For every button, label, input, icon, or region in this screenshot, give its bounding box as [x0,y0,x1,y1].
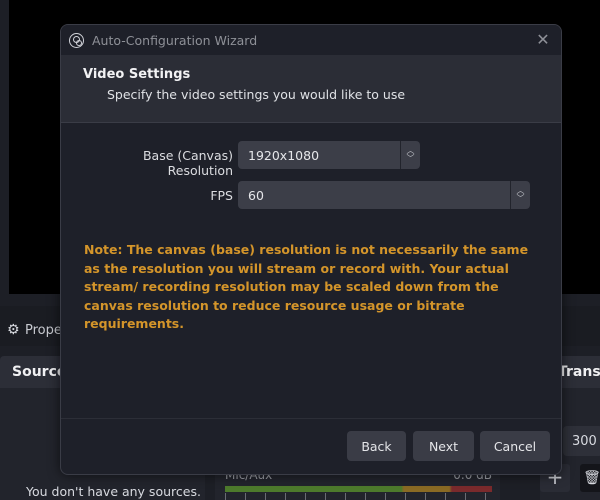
obs-main-window: ⚙ Prope Source Transi You don't have any… [0,0,600,500]
gear-icon: ⚙ [7,322,20,338]
dialog-titlebar: Auto-Configuration Wizard ✕ [61,25,561,55]
trash-icon: 🗑 [583,470,600,486]
auto-config-wizard-dialog: Auto-Configuration Wizard ✕ Video Settin… [60,24,562,475]
no-sources-text: You don't have any sources. [26,484,201,499]
chevron-down-icon: ﹀ [406,154,415,163]
dialog-title: Auto-Configuration Wizard [92,32,258,48]
properties-label: Prope [25,322,62,338]
footer-divider [61,418,561,419]
cancel-button[interactable]: Cancel [480,431,550,461]
transition-duration-field[interactable]: 300 m [563,426,600,456]
obs-logo-icon [69,32,84,48]
left-strip [0,0,9,294]
resolution-combobox[interactable]: 1920x1080 ︿ ﹀ [238,141,420,169]
resolution-label: Base (Canvas) Resolution [142,148,233,178]
close-icon[interactable]: ✕ [533,30,553,50]
page-subtitle: Specify the video settings you would lik… [107,87,406,102]
resolution-note: Note: The canvas (base) resolution is no… [84,242,529,331]
meter-ticks [225,493,492,500]
fps-label: FPS [210,188,233,203]
fps-value: 60 [248,187,264,203]
page-header: Video Settings Specify the video setting… [61,55,561,123]
remove-transition-button[interactable]: 🗑 [580,464,600,492]
resolution-spinner[interactable]: ︿ ﹀ [400,141,420,169]
sources-dock-header: Source [0,356,66,388]
next-button[interactable]: Next [413,431,474,461]
volume-meter [225,486,492,492]
back-button[interactable]: Back [347,431,406,461]
page-title: Video Settings [83,67,191,82]
fps-spinner[interactable]: ︿ ﹀ [510,181,530,209]
chevron-down-icon: ﹀ [516,194,525,203]
fps-combobox[interactable]: 60 ︿ ﹀ [238,181,530,209]
resolution-value: 1920x1080 [248,147,320,163]
